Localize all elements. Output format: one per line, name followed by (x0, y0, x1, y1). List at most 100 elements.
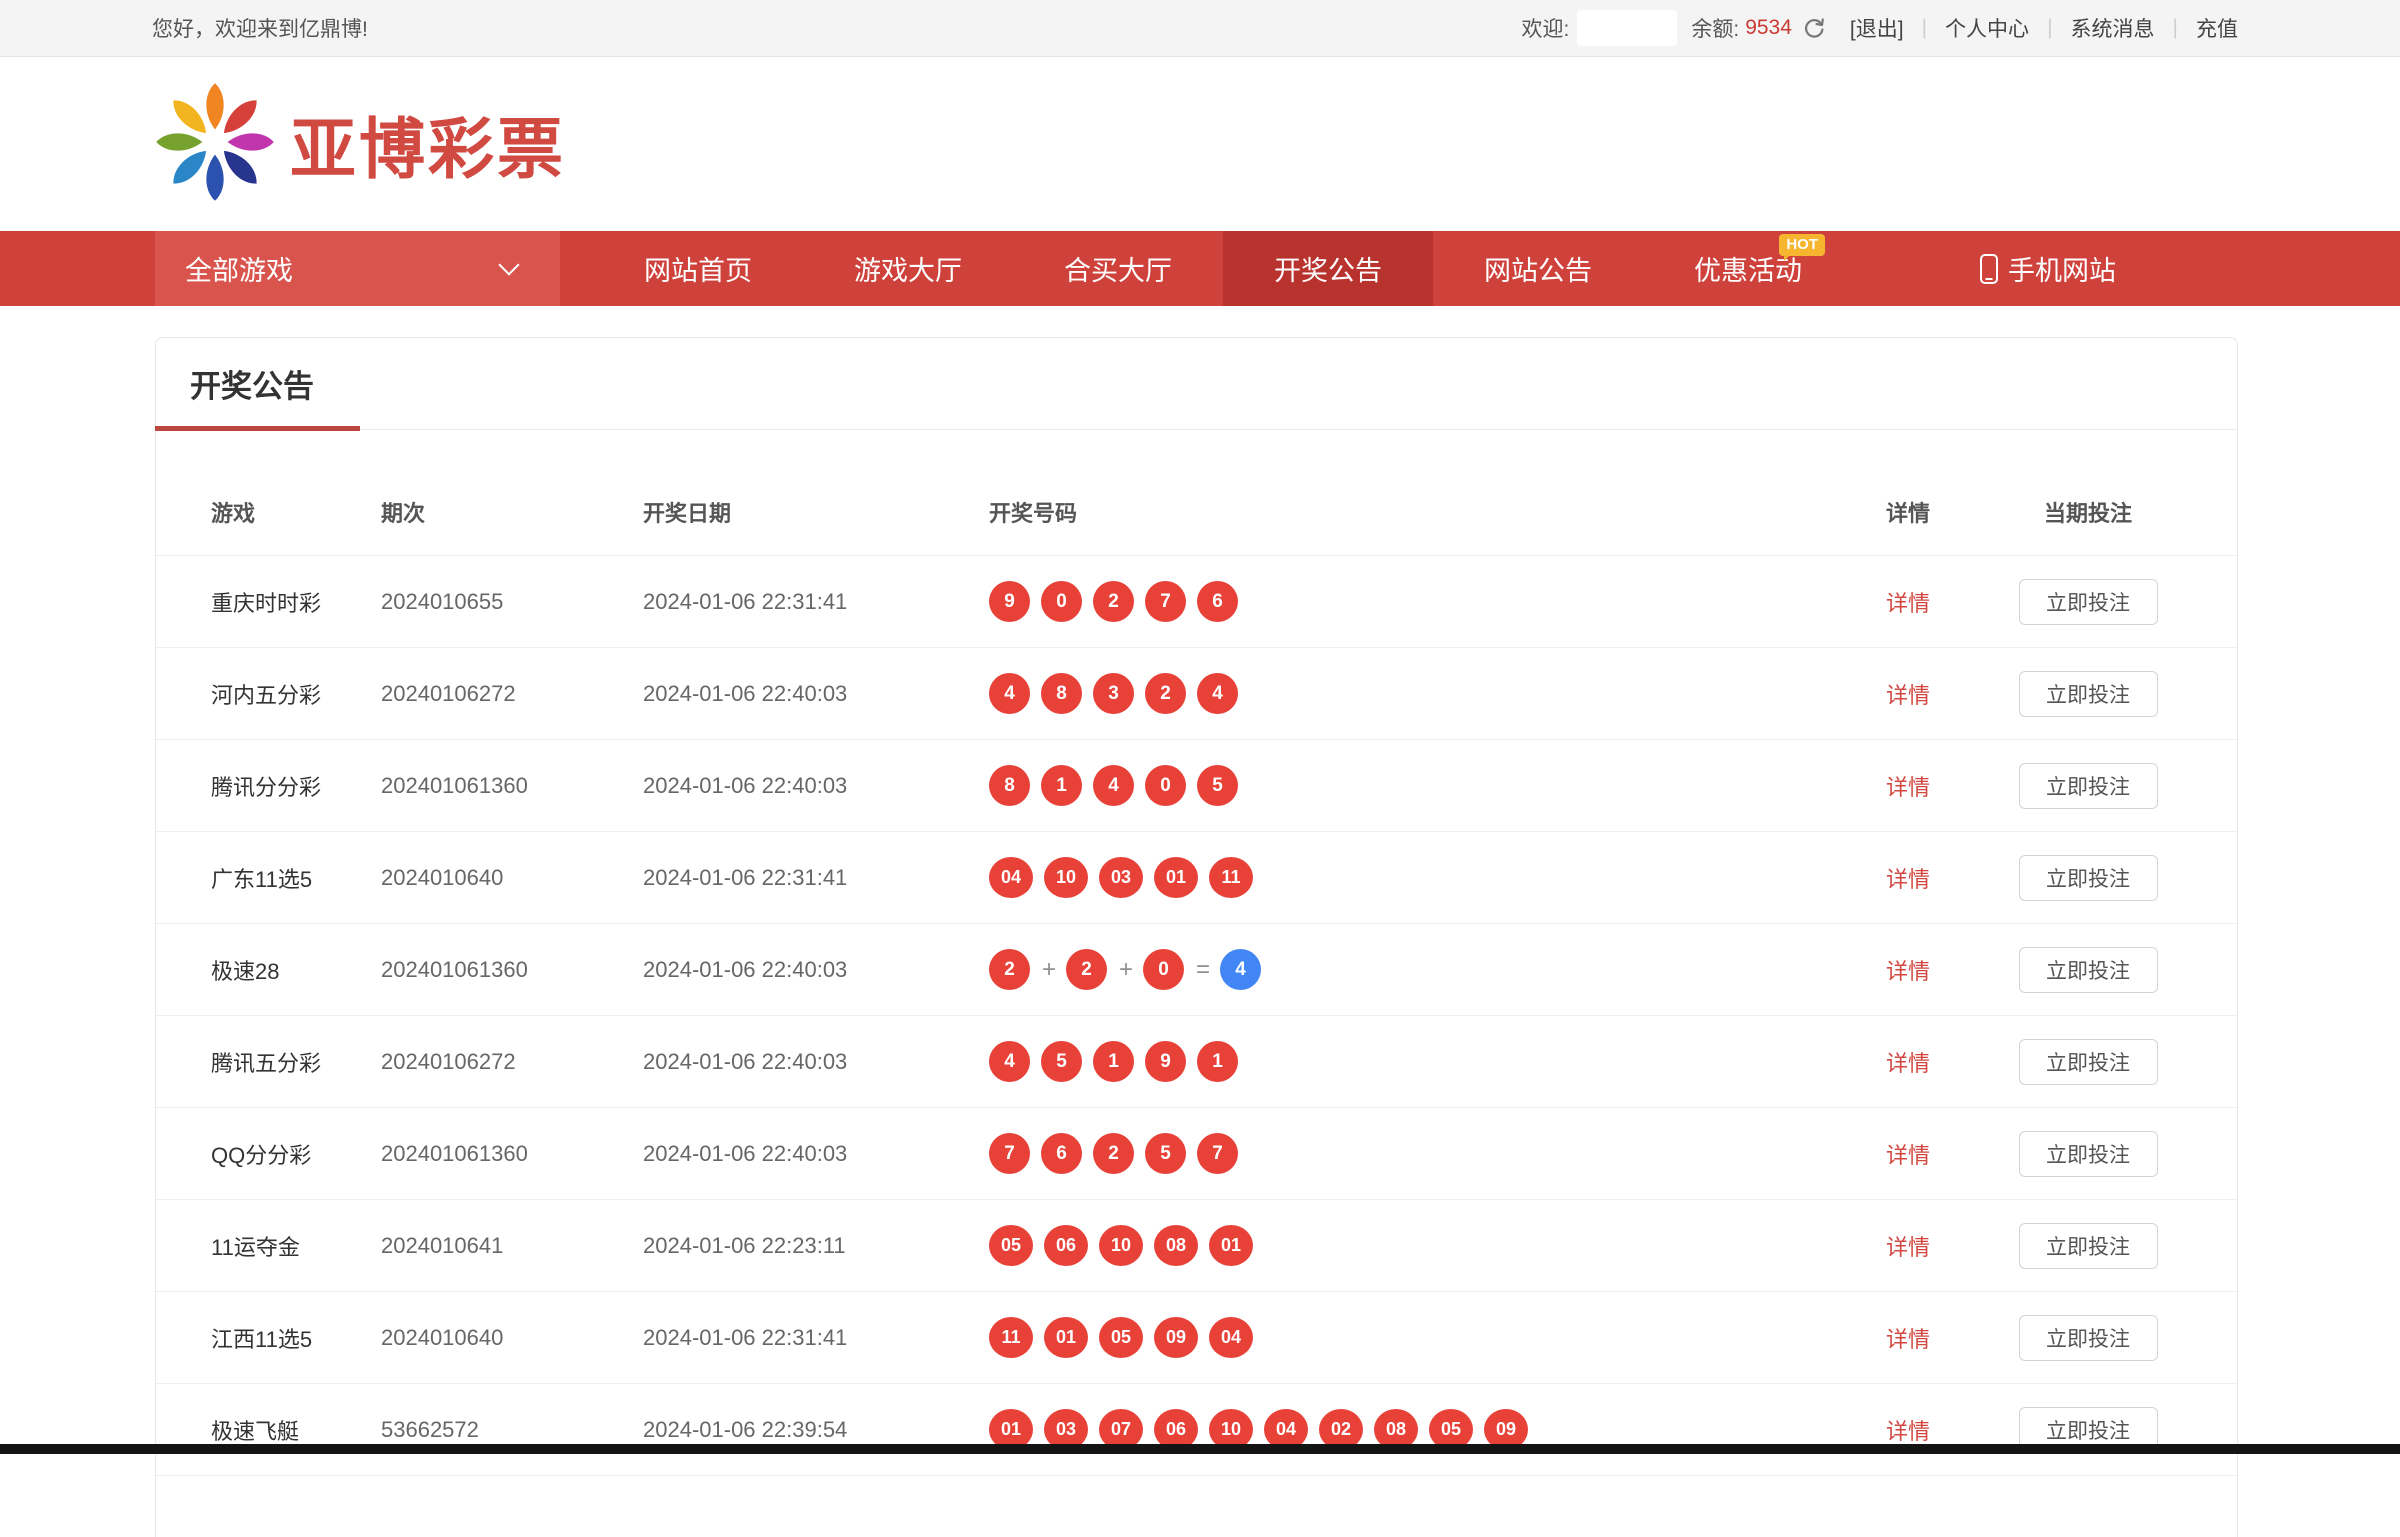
detail-link[interactable]: 详情 (1886, 1046, 1930, 1078)
table-row: 极速飞艇536625722024-01-06 22:39:54010307061… (156, 1384, 2237, 1476)
nav-item-3[interactable]: 合买大厅 (1013, 231, 1223, 306)
table-row: 广东11选520240106402024-01-06 22:31:4104100… (156, 832, 2237, 924)
detail-cell: 详情 (1848, 770, 1968, 802)
bet-cell: 立即投注 (1968, 579, 2208, 625)
detail-link[interactable]: 详情 (1886, 770, 1930, 802)
detail-cell: 详情 (1848, 1414, 1968, 1446)
system-message-link[interactable]: 系统消息 (2071, 13, 2155, 43)
game-name: 腾讯五分彩 (211, 1046, 381, 1078)
draw-date: 2024-01-06 22:40:03 (643, 1049, 989, 1075)
number-ball: 6 (1041, 1133, 1082, 1174)
detail-link[interactable]: 详情 (1886, 1230, 1930, 1262)
pinwheel-logo-icon (152, 79, 278, 210)
logo-bar: 亚博彩票 (0, 57, 2400, 231)
number-ball: 05 (1099, 1317, 1143, 1358)
number-ball: 0 (1143, 949, 1184, 990)
nav-item-5[interactable]: 网站公告 (1433, 231, 1643, 306)
table-row: 河内五分彩202401062722024-01-06 22:40:0348324… (156, 648, 2237, 740)
all-games-label: 全部游戏 (185, 249, 293, 288)
number-ball: 3 (1093, 673, 1134, 714)
number-ball: 4 (989, 673, 1030, 714)
bet-button[interactable]: 立即投注 (2019, 947, 2158, 993)
nav-item-label: 开奖公告 (1274, 249, 1382, 288)
issue-number: 53662572 (381, 1417, 643, 1443)
detail-link[interactable]: 详情 (1886, 1138, 1930, 1170)
number-ball: 4 (989, 1041, 1030, 1082)
number-ball: 6 (1197, 581, 1238, 622)
detail-cell: 详情 (1848, 1230, 1968, 1262)
game-name: 重庆时时彩 (211, 586, 381, 618)
bet-button[interactable]: 立即投注 (2019, 1223, 2158, 1269)
detail-link[interactable]: 详情 (1886, 954, 1930, 986)
bet-cell: 立即投注 (1968, 855, 2208, 901)
bet-button[interactable]: 立即投注 (2019, 1131, 2158, 1177)
detail-link[interactable]: 详情 (1886, 678, 1930, 710)
bet-cell: 立即投注 (1968, 671, 2208, 717)
recharge-link[interactable]: 充值 (2196, 13, 2238, 43)
number-ball: 9 (989, 581, 1030, 622)
nav-item-7[interactable]: 手机网站 (1933, 231, 2163, 306)
table-row: 重庆时时彩20240106552024-01-06 22:31:4190276详… (156, 556, 2237, 648)
number-ball: 03 (1099, 857, 1143, 898)
number-ball: 11 (989, 1317, 1033, 1358)
issue-number: 202401061360 (381, 773, 643, 799)
equals-sign: = (1196, 956, 1210, 984)
col-header-game: 游戏 (211, 496, 381, 528)
draw-date: 2024-01-06 22:40:03 (643, 681, 989, 707)
number-ball: 5 (1145, 1133, 1186, 1174)
table-row: 腾讯分分彩2024010613602024-01-06 22:40:038140… (156, 740, 2237, 832)
bet-button[interactable]: 立即投注 (2019, 1039, 2158, 1085)
number-ball: 2 (989, 949, 1030, 990)
all-games-dropdown[interactable]: 全部游戏 (155, 231, 560, 306)
bet-button[interactable]: 立即投注 (2019, 855, 2158, 901)
nav-item-2[interactable]: 游戏大厅 (803, 231, 1013, 306)
nav-item-6[interactable]: 优惠活动HOT (1643, 231, 1853, 306)
detail-link[interactable]: 详情 (1886, 862, 1930, 894)
draw-numbers: 76257 (989, 1133, 1848, 1174)
number-ball: 04 (1209, 1317, 1253, 1358)
nav-item-label: 手机网站 (2008, 249, 2116, 288)
table-header-row: 游戏 期次 开奖日期 开奖号码 详情 当期投注 (156, 468, 2237, 556)
main-nav: 全部游戏 网站首页 游戏大厅 合买大厅 开奖公告 网站公告 优惠活动HOT 手机网站 (0, 231, 2400, 306)
draw-numbers: 2+2+0=4 (989, 949, 1848, 990)
number-ball: 10 (1044, 857, 1088, 898)
draw-date: 2024-01-06 22:23:11 (643, 1233, 989, 1259)
bet-button[interactable]: 立即投注 (2019, 1315, 2158, 1361)
bet-button[interactable]: 立即投注 (2019, 763, 2158, 809)
issue-number: 20240106272 (381, 681, 643, 707)
number-ball: 2 (1066, 949, 1107, 990)
issue-number: 20240106272 (381, 1049, 643, 1075)
topbar: 您好，欢迎来到亿鼎博! 欢迎: 余额: 9534 [退出] | 个人中心 | 系… (0, 0, 2400, 57)
draw-date: 2024-01-06 22:40:03 (643, 1141, 989, 1167)
bet-button[interactable]: 立即投注 (2019, 579, 2158, 625)
detail-link[interactable]: 详情 (1886, 1322, 1930, 1354)
footer-strip (0, 1444, 2400, 1454)
draw-numbers: 0506100801 (989, 1225, 1848, 1266)
number-ball: 1 (1197, 1041, 1238, 1082)
detail-cell: 详情 (1848, 954, 1968, 986)
bet-button[interactable]: 立即投注 (2019, 671, 2158, 717)
greeting-text: 您好，欢迎来到亿鼎博! (152, 13, 368, 43)
number-ball: 1 (1041, 765, 1082, 806)
nav-item-4[interactable]: 开奖公告 (1223, 231, 1433, 306)
detail-link[interactable]: 详情 (1886, 1414, 1930, 1446)
detail-link[interactable]: 详情 (1886, 586, 1930, 618)
nav-item-label: 网站公告 (1484, 249, 1592, 288)
number-ball: 11 (1209, 857, 1253, 898)
draw-date: 2024-01-06 22:31:41 (643, 589, 989, 615)
col-header-date: 开奖日期 (643, 496, 989, 528)
username-box[interactable] (1577, 10, 1677, 46)
site-logo[interactable]: 亚博彩票 (152, 79, 566, 210)
nav-item-label: 游戏大厅 (854, 249, 962, 288)
user-center-link[interactable]: 个人中心 (1945, 13, 2029, 43)
logout-link[interactable]: [退出] (1850, 13, 1904, 43)
number-ball: 2 (1093, 1133, 1134, 1174)
nav-item-1[interactable]: 网站首页 (593, 231, 803, 306)
draw-date: 2024-01-06 22:40:03 (643, 957, 989, 983)
plus-sign: + (1042, 956, 1056, 984)
issue-number: 2024010641 (381, 1233, 643, 1259)
draw-numbers: 45191 (989, 1041, 1848, 1082)
game-name: 极速28 (211, 954, 381, 986)
refresh-icon[interactable] (1802, 16, 1826, 40)
table-body: 重庆时时彩20240106552024-01-06 22:31:4190276详… (156, 556, 2237, 1476)
